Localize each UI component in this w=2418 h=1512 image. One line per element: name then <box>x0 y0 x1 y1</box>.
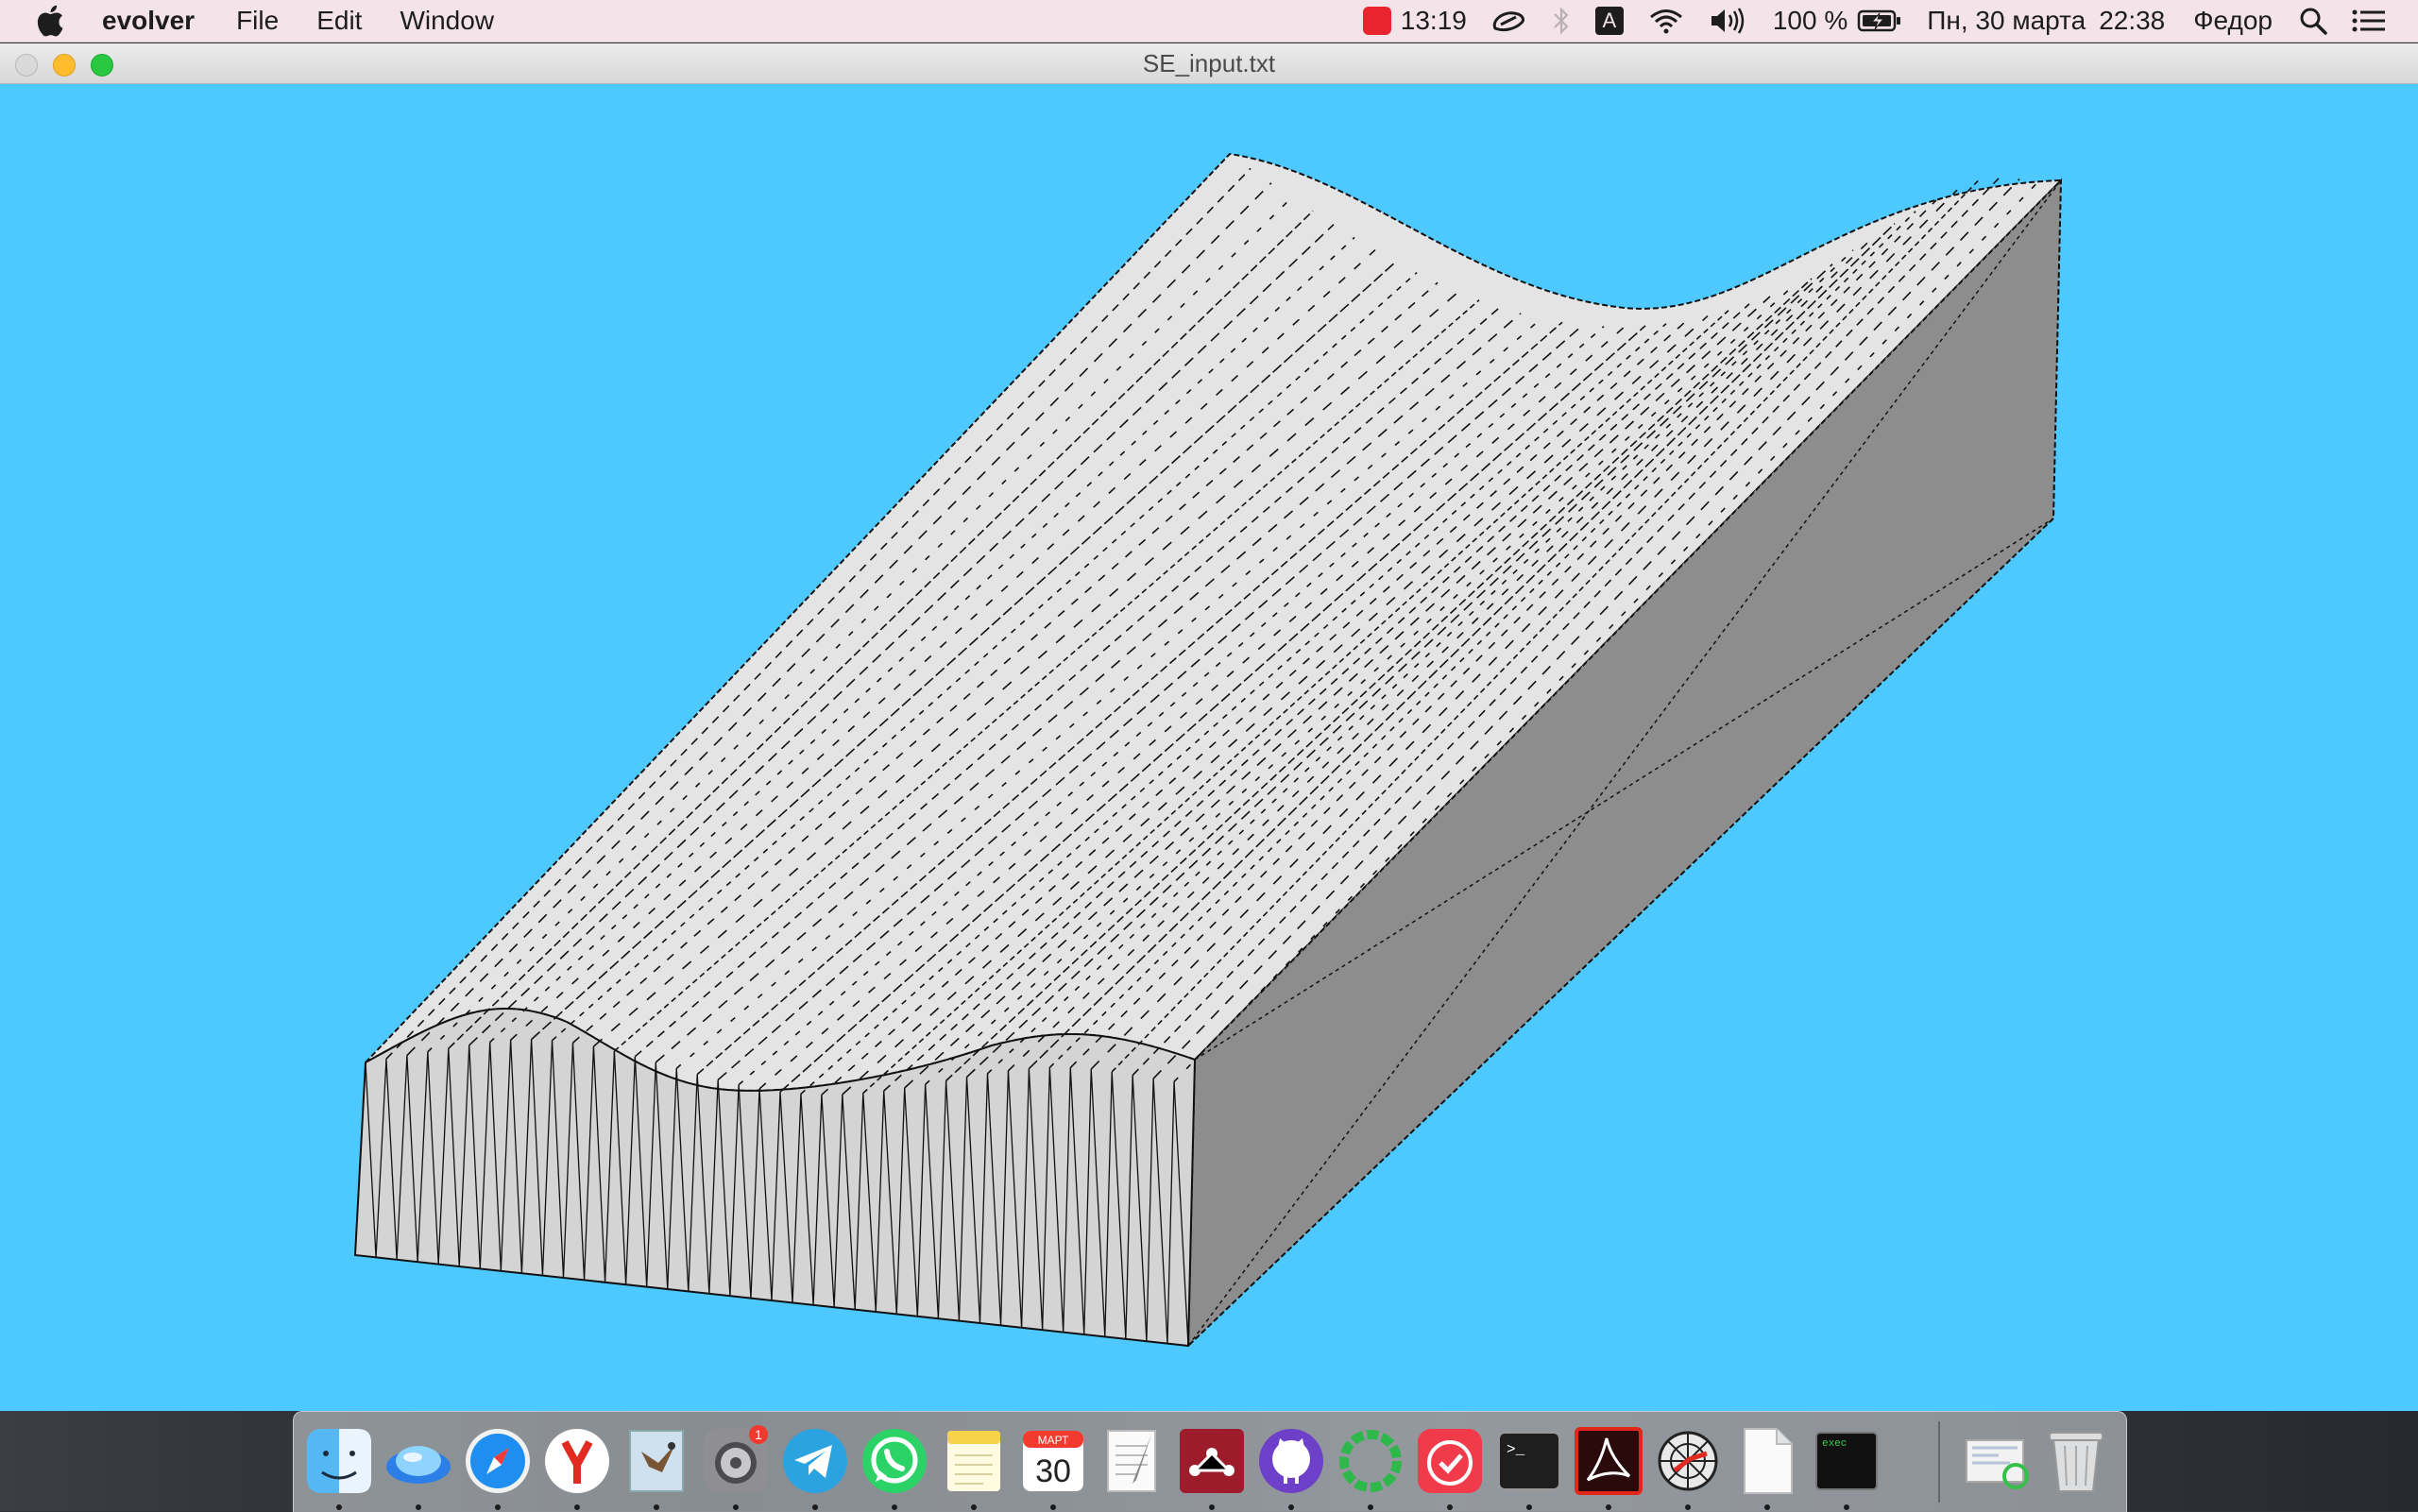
clock-widget[interactable]: 13:19 <box>1362 6 1467 36</box>
menu-bar: evolver File Edit Window 13:19 A 100 % П… <box>0 0 2418 42</box>
dock-safari[interactable] <box>462 1425 534 1510</box>
running-indicator <box>812 1504 818 1510</box>
clock-widget-time: 13:19 <box>1400 6 1467 35</box>
running-indicator <box>1526 1504 1532 1510</box>
github-icon <box>1259 1429 1323 1493</box>
window-title: SE_input.txt <box>1142 49 1276 77</box>
safari-icon <box>466 1429 530 1493</box>
calendar-icon: МАРТ 30 <box>1023 1431 1083 1491</box>
dock-github-desktop[interactable] <box>1255 1425 1327 1510</box>
calendar-month: МАРТ <box>1038 1434 1069 1447</box>
battery-icon <box>1858 9 1901 32</box>
whatsapp-icon <box>862 1429 927 1493</box>
dock-calendar[interactable]: МАРТ 30 <box>1017 1425 1089 1510</box>
battery-status[interactable]: 100 % <box>1773 6 1902 36</box>
running-indicator <box>971 1504 977 1510</box>
clock-widget-icon <box>1362 7 1391 35</box>
surface-render[interactable] <box>0 84 2418 1411</box>
dock-mendeley[interactable] <box>1176 1425 1248 1510</box>
calendar-day: 30 <box>1035 1453 1071 1489</box>
dock-trash[interactable] <box>2040 1425 2112 1497</box>
sync-icon <box>1339 1430 1402 1492</box>
mendeley-icon <box>1180 1429 1244 1493</box>
dock-finder[interactable] <box>303 1425 375 1510</box>
running-indicator <box>1447 1504 1453 1510</box>
date-label[interactable]: Пн, 30 марта <box>1927 6 2086 36</box>
dock-document[interactable] <box>1731 1425 1803 1510</box>
running-indicator <box>1764 1504 1770 1510</box>
dock-downloads-stack[interactable] <box>1961 1425 2033 1497</box>
running-indicator <box>892 1504 897 1510</box>
dock-whatsapp[interactable] <box>859 1425 930 1510</box>
dock-system-preferences[interactable]: 1 <box>700 1425 772 1510</box>
input-source-icon[interactable]: A <box>1594 7 1624 35</box>
stack-icon <box>1966 1439 2029 1489</box>
gear-icon: 1 <box>704 1425 768 1493</box>
textedit-icon <box>1107 1430 1156 1492</box>
notes-icon <box>947 1431 1000 1491</box>
window-titlebar[interactable]: SE_input.txt <box>0 43 2418 84</box>
dock-notes[interactable] <box>938 1425 1010 1510</box>
user-menu[interactable]: Федор <box>2193 6 2273 36</box>
running-indicator <box>495 1504 501 1510</box>
running-indicator <box>654 1504 659 1510</box>
dock-exec-terminal[interactable]: exec <box>1811 1425 1882 1510</box>
web-radar-icon <box>1658 1431 1718 1491</box>
bluetooth-icon[interactable] <box>1552 6 1571 36</box>
dock-textedit[interactable] <box>1097 1425 1168 1497</box>
telegram-icon <box>783 1429 847 1493</box>
dock-yandex-disk[interactable] <box>383 1425 454 1510</box>
pdf-icon <box>1575 1427 1643 1495</box>
running-indicator <box>1368 1504 1373 1510</box>
dock-telegram[interactable] <box>779 1425 851 1510</box>
dock-acrobat-reader[interactable] <box>1573 1425 1644 1510</box>
notification-center-icon[interactable] <box>2352 8 2386 34</box>
spotlight-search-icon[interactable] <box>2299 7 2327 35</box>
finder-icon <box>307 1429 371 1493</box>
dock-yandex-browser[interactable] <box>541 1425 613 1510</box>
dock-sync-app[interactable] <box>1335 1425 1406 1510</box>
exec-label: exec <box>1822 1438 1847 1450</box>
yandex-disk-icon <box>386 1446 451 1484</box>
alarm-clock-icon <box>1418 1429 1482 1493</box>
wifi-icon[interactable] <box>1648 7 1684 35</box>
trash-icon <box>2049 1432 2103 1492</box>
yandex-browser-icon <box>545 1429 609 1493</box>
document-icon <box>1744 1428 1793 1494</box>
mail-icon <box>629 1430 684 1492</box>
app-window: SE_input.txt <box>0 43 2418 1411</box>
dock-terminal[interactable]: >_ <box>1493 1425 1565 1510</box>
running-indicator <box>1606 1504 1611 1510</box>
dock-separator <box>1938 1421 1940 1503</box>
exec-icon: exec <box>1815 1432 1878 1490</box>
dock: 1 МАРТ 30 >_ exec <box>293 1411 2127 1512</box>
dock-network-radar[interactable] <box>1652 1425 1724 1510</box>
battery-percent: 100 % <box>1772 6 1848 35</box>
volume-icon[interactable] <box>1709 7 1748 35</box>
running-indicator <box>1209 1504 1215 1510</box>
window-menu[interactable]: Window <box>400 6 494 36</box>
running-indicator <box>336 1504 342 1510</box>
dock-clock-app[interactable] <box>1414 1425 1486 1510</box>
edit-menu[interactable]: Edit <box>316 6 362 36</box>
running-indicator <box>1844 1504 1849 1510</box>
notification-badge: 1 <box>755 1427 762 1442</box>
running-indicator <box>1050 1504 1056 1510</box>
apple-menu-icon[interactable] <box>36 5 74 37</box>
running-indicator <box>574 1504 580 1510</box>
running-indicator <box>1685 1504 1691 1510</box>
3d-viewport[interactable] <box>0 84 2418 1411</box>
time-label[interactable]: 22:38 <box>2099 6 2165 36</box>
terminal-prompt: >_ <box>1507 1441 1525 1458</box>
running-indicator <box>416 1504 421 1510</box>
terminal-icon: >_ <box>1498 1432 1560 1490</box>
cloud-sync-icon[interactable] <box>1490 8 1527 34</box>
input-source-letter: A <box>1594 7 1624 35</box>
dock-mail[interactable] <box>621 1425 692 1510</box>
app-menu[interactable]: evolver <box>102 6 195 36</box>
running-indicator <box>1288 1504 1294 1510</box>
running-indicator <box>733 1504 739 1510</box>
file-menu[interactable]: File <box>236 6 279 36</box>
